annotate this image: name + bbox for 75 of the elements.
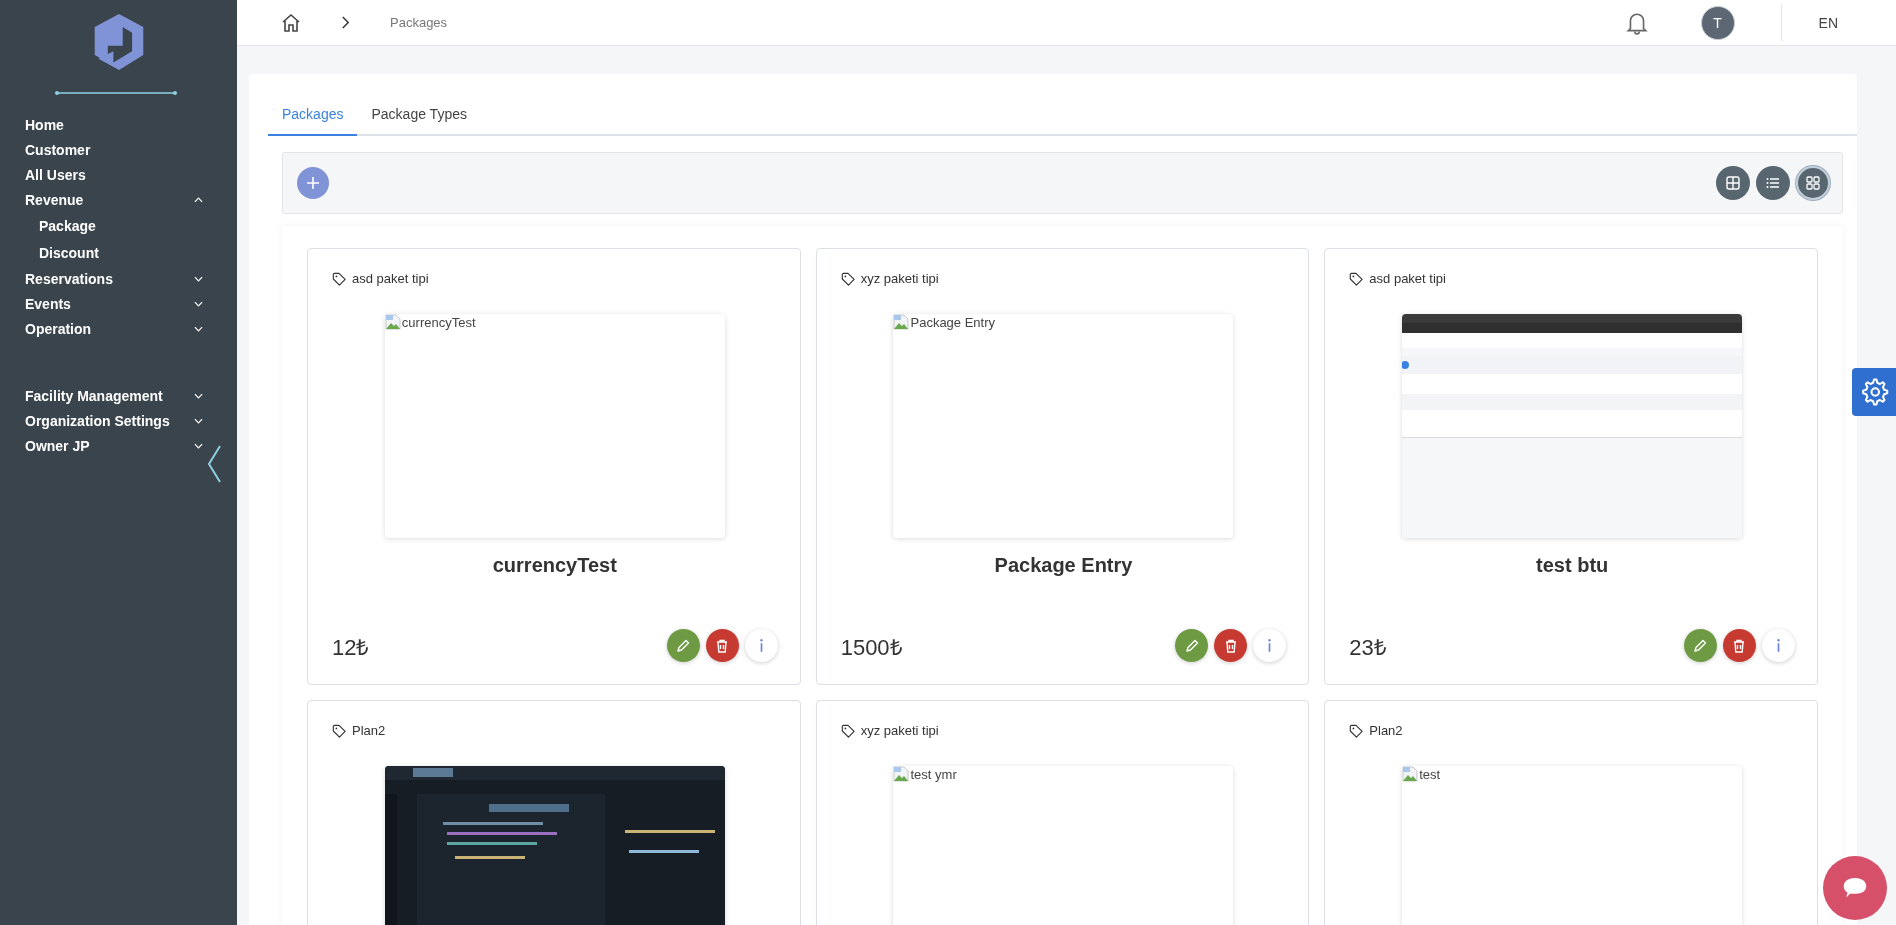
info-icon [759,638,763,653]
chevron-down-icon [194,275,203,282]
settings-icon [1859,377,1889,407]
image-alt-text: currencyTest [401,314,476,330]
settings-button[interactable] [1852,368,1896,416]
view-toggle-button[interactable] [1716,166,1750,200]
broken-image-icon [384,314,401,330]
sidebar-item[interactable]: Revenue [0,187,237,212]
language-selector[interactable]: EN [1818,14,1838,31]
image-alt-text: test [1419,766,1441,782]
table-grid-icon [1725,175,1741,191]
package-type-label: Plan2 [352,723,386,738]
tag-icon [1349,723,1364,738]
tag-icon [332,723,346,738]
sidebar-subitem[interactable]: Discount [0,239,237,266]
sidebar-item[interactable]: Events [0,291,237,316]
home-icon[interactable] [281,12,301,33]
sidebar-item[interactable]: Facility Management [0,383,237,408]
sidebar-subitem[interactable]: Package [0,212,237,239]
edit-button[interactable] [1684,629,1717,662]
chevron-down-icon [194,325,203,332]
sidebar-item[interactable]: Owner JP [0,433,237,458]
delete-button[interactable] [1214,629,1248,662]
four-squares-icon [1805,175,1821,191]
chevron-up-icon [194,196,203,203]
sidebar-item[interactable]: All Users [0,162,237,187]
sidebar-item[interactable]: Customer [0,137,237,162]
package-type-label: Plan2 [1369,723,1403,738]
sidebar-item[interactable]: Operation [0,316,237,341]
broken-image-icon [1402,766,1419,782]
plus-icon [305,175,321,191]
chevron-down-icon [194,417,203,424]
user-avatar[interactable]: T [1700,5,1735,40]
delete-button[interactable] [1723,629,1756,662]
package-price: 12₺ [332,633,370,661]
edit-button[interactable] [1175,629,1209,662]
view-toggle-button[interactable] [1796,166,1830,200]
chevron-right-icon [341,16,350,29]
package-type-label: xyz paketi tipi [860,271,939,286]
add-button[interactable] [297,167,329,199]
delete-button[interactable] [705,629,739,662]
tag-icon [840,271,855,286]
tag-icon [840,723,855,738]
info-icon [1268,638,1272,653]
pencil-icon [1183,637,1200,654]
breadcrumb-item: Packages [390,15,448,30]
broken-image-icon [893,766,910,782]
package-price: 23₺ [1349,633,1387,661]
pencil-icon [675,637,692,654]
tab[interactable]: Package Types [357,92,481,136]
chevron-down-icon [194,442,203,449]
edit-button[interactable] [666,629,700,662]
package-type-label: xyz paketi tipi [860,723,939,738]
image-alt-text: test ymr [910,766,957,782]
package-title: Package Entry [993,554,1134,577]
sidebar-item[interactable]: Home [0,112,237,137]
info-icon [1777,638,1780,653]
package-title: currencyTest [491,554,618,577]
list-icon [1765,175,1781,191]
package-title: test btu [1535,554,1610,577]
sidebar-item[interactable]: Reservations [0,266,237,291]
package-type-label: asd paket tipi [1369,271,1446,286]
image-alt-text: Package Entry [910,314,996,330]
tab[interactable]: Packages [268,92,358,136]
package-type-label: asd paket tipi [352,271,429,286]
broken-image-icon [893,314,910,330]
pencil-icon [1692,637,1709,654]
view-toggle-button[interactable] [1756,166,1790,200]
collapse-chevron-icon[interactable] [206,444,222,484]
tag-icon [1349,271,1364,286]
chevron-down-icon [194,300,203,307]
chevron-down-icon [194,392,203,399]
tag-icon [332,271,346,286]
sidebar-item[interactable]: Organization Settings [0,408,237,433]
package-price: 1500₺ [840,633,903,661]
